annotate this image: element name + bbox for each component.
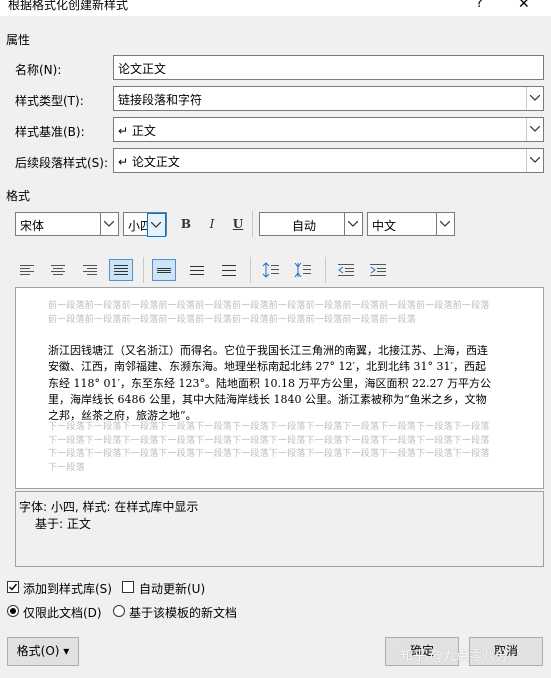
next-paragraph-preview: 下一段落下一段落下一段落下一段落下一段落下一段落下一段落下一段落下一段落下一段落… bbox=[48, 422, 490, 473]
toolbar-divider bbox=[143, 257, 144, 283]
double-spacing-button[interactable] bbox=[217, 259, 241, 281]
format-section-label: 格式 bbox=[6, 189, 31, 203]
style-base-label: 样式基准(B): bbox=[15, 125, 85, 139]
style-description-box: 字体: 小四, 样式: 在样式库中显示 基于: 正文 bbox=[15, 491, 544, 567]
auto-update-label[interactable]: 自动更新(U) bbox=[139, 580, 205, 597]
chevron-down-icon[interactable] bbox=[100, 213, 118, 235]
justify-icon bbox=[114, 265, 128, 275]
style-type-value: 链接段落和字符 bbox=[118, 93, 203, 107]
description-line-1: 字体: 小四, 样式: 在样式库中显示 bbox=[19, 500, 199, 514]
chevron-down-icon[interactable] bbox=[436, 213, 454, 235]
align-left-button[interactable] bbox=[15, 259, 39, 281]
font-color-value: 自动 bbox=[292, 219, 317, 233]
paragraph-spacing-down-icon bbox=[294, 262, 311, 278]
language-value: 中文 bbox=[372, 219, 397, 233]
toolbar-divider bbox=[250, 257, 251, 283]
add-to-gallery-checkbox[interactable] bbox=[7, 581, 19, 593]
increase-indent-icon bbox=[370, 264, 386, 276]
window-title: 根据格式化创建新样式 bbox=[8, 0, 129, 12]
description-line-2: 基于: 正文 bbox=[35, 517, 91, 531]
decrease-indent-button[interactable] bbox=[334, 259, 358, 281]
align-right-icon bbox=[83, 265, 97, 275]
align-center-icon bbox=[51, 265, 65, 275]
paragraph-spacing-up-icon bbox=[262, 262, 279, 278]
bold-button[interactable]: B bbox=[176, 214, 196, 234]
checkmark-icon bbox=[9, 583, 18, 591]
decrease-paragraph-spacing-button[interactable] bbox=[291, 259, 315, 281]
auto-update-checkbox[interactable] bbox=[122, 581, 134, 593]
underline-button[interactable]: U bbox=[228, 214, 248, 234]
watermark: 知乎 @九点零八分 bbox=[400, 649, 509, 664]
font-size-select[interactable]: 小四 bbox=[123, 212, 167, 237]
decrease-indent-icon bbox=[338, 264, 354, 276]
justify-button[interactable] bbox=[109, 259, 133, 281]
format-menu-button[interactable]: 格式(O) ▾ bbox=[7, 637, 79, 666]
chevron-down-icon[interactable] bbox=[147, 213, 166, 237]
help-button[interactable]: ? bbox=[476, 0, 483, 11]
language-select[interactable]: 中文 bbox=[367, 212, 455, 236]
increase-indent-button[interactable] bbox=[366, 259, 390, 281]
style-preview-pane: 前一段落前一段落前一段落前一段落前一段落前一段落前一段落前一段落前一段落前一段落… bbox=[15, 287, 544, 489]
next-style-value: ↵ 论文正文 bbox=[118, 155, 180, 169]
name-value: 论文正文 bbox=[118, 62, 167, 76]
add-to-gallery-label[interactable]: 添加到样式库(S) bbox=[23, 580, 112, 597]
previous-paragraph-preview: 前一段落前一段落前一段落前一段落前一段落前一段落前一段落前一段落前一段落前一段落… bbox=[48, 301, 490, 325]
font-value: 宋体 bbox=[20, 219, 45, 233]
next-style-label: 后续段落样式(S): bbox=[15, 156, 109, 170]
paragraph-preview-text: 浙江因钱塘江（又名浙江）而得名。它位于我国长江三角洲的南翼，北接江苏、上海，西连… bbox=[48, 344, 491, 423]
style-type-label: 样式类型(T): bbox=[15, 94, 84, 108]
template-documents-label[interactable]: 基于该模板的新文档 bbox=[129, 604, 237, 621]
name-field[interactable]: 论文正文 bbox=[113, 55, 544, 80]
only-this-document-label[interactable]: 仅限此文档(D) bbox=[23, 604, 102, 621]
chevron-down-icon[interactable] bbox=[526, 87, 543, 110]
increase-paragraph-spacing-button[interactable] bbox=[259, 259, 283, 281]
align-right-button[interactable] bbox=[78, 259, 102, 281]
style-base-select[interactable]: ↵ 正文 bbox=[113, 117, 544, 142]
italic-button[interactable]: I bbox=[202, 214, 222, 234]
font-select[interactable]: 宋体 bbox=[15, 212, 119, 236]
chevron-down-icon[interactable] bbox=[526, 149, 543, 172]
chevron-down-icon[interactable] bbox=[526, 118, 543, 141]
toolbar-divider bbox=[252, 211, 253, 237]
radio-selected-dot bbox=[10, 608, 16, 614]
toolbar-divider bbox=[325, 257, 326, 283]
font-color-select[interactable]: 自动 bbox=[259, 212, 363, 236]
style-base-value: ↵ 正文 bbox=[118, 124, 156, 138]
template-documents-radio[interactable] bbox=[113, 605, 125, 617]
properties-section-label: 属性 bbox=[6, 33, 31, 47]
only-this-document-radio[interactable] bbox=[7, 605, 19, 617]
single-spacing-icon bbox=[157, 268, 171, 273]
one-half-spacing-icon bbox=[190, 266, 204, 275]
style-type-select[interactable]: 链接段落和字符 bbox=[113, 86, 544, 111]
name-label: 名称(N): bbox=[15, 63, 62, 77]
chevron-down-icon[interactable] bbox=[344, 213, 362, 235]
align-left-icon bbox=[20, 265, 34, 275]
align-center-button[interactable] bbox=[46, 259, 70, 281]
one-half-spacing-button[interactable] bbox=[185, 259, 209, 281]
next-style-select[interactable]: ↵ 论文正文 bbox=[113, 148, 544, 173]
close-button[interactable]: ✕ bbox=[518, 0, 530, 12]
single-spacing-button[interactable] bbox=[152, 259, 176, 281]
double-spacing-icon bbox=[222, 265, 236, 276]
